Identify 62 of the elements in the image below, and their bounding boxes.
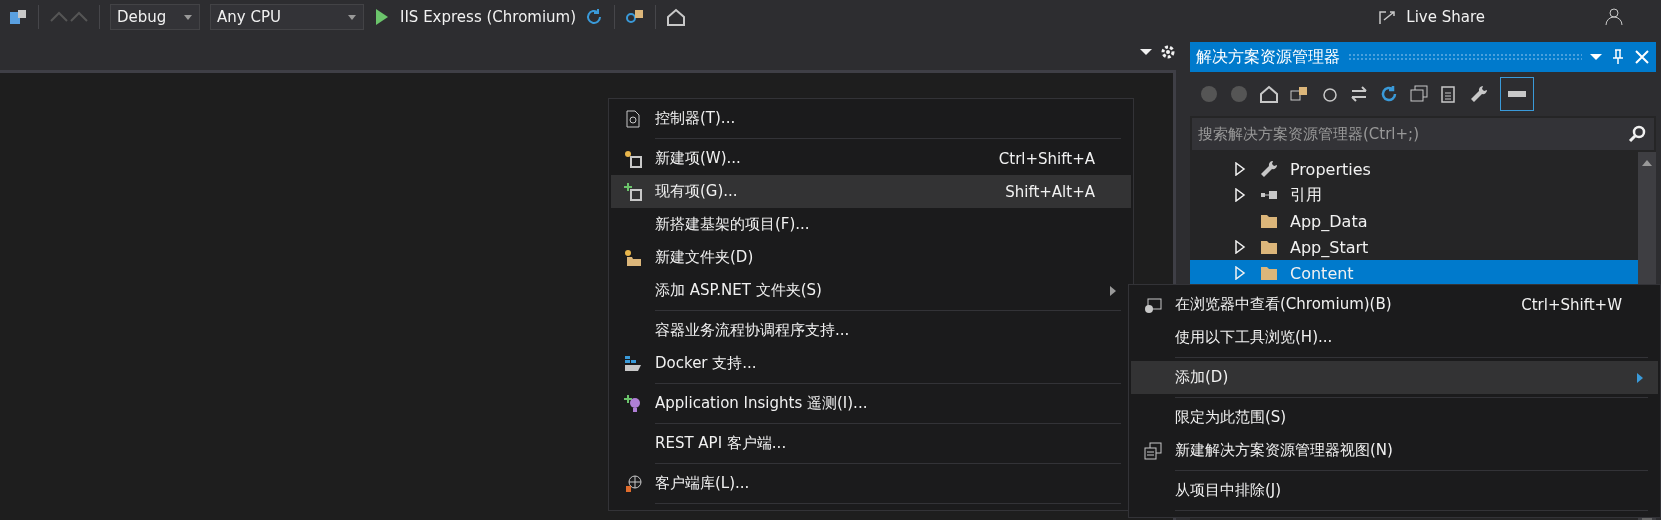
caret-icon <box>183 13 193 21</box>
menu-item[interactable]: Docker 支持... <box>611 347 1131 380</box>
menu-item[interactable]: 从项目中排除(J) <box>1131 474 1658 507</box>
pin-icon <box>1610 49 1626 65</box>
document-icon <box>624 109 642 128</box>
browser-icon <box>1144 295 1162 314</box>
live-share-button[interactable]: Live Share <box>1406 8 1485 26</box>
settings-icon <box>1160 44 1176 60</box>
refresh-icon <box>1380 85 1398 103</box>
configuration-dropdown[interactable]: Debug <box>110 4 200 30</box>
tree-item[interactable]: Properties <box>1190 156 1638 182</box>
switch-views-icon <box>1290 85 1308 103</box>
docker-icon <box>624 354 642 373</box>
tree-item[interactable]: 引用 <box>1190 182 1638 208</box>
home-icon <box>666 8 687 26</box>
copy-icon <box>1440 85 1458 103</box>
menu-item[interactable]: 在浏览器中查看(Chromium)(B) Ctrl+Shift+W <box>1131 288 1658 321</box>
scroll-up-icon <box>1641 158 1653 167</box>
menu-item[interactable]: 现有项(G)... Shift+Alt+A <box>611 175 1131 208</box>
globe-icon <box>624 474 642 493</box>
share-icon <box>1378 8 1397 26</box>
menu-item[interactable]: 限定为此范围(S) <box>1131 401 1658 434</box>
run-target-button[interactable]: IIS Express (Chromium) <box>400 8 577 26</box>
search-field[interactable]: 搜索解决方案资源管理器(Ctrl+;) <box>1192 118 1654 150</box>
menu-item[interactable]: 添加(D) <box>1131 361 1658 394</box>
tree-item[interactable]: App_Start <box>1190 234 1638 260</box>
person-icon <box>1605 8 1623 26</box>
menu-item[interactable]: 客户端库(L)... <box>611 467 1131 500</box>
wrench-icon <box>1470 85 1488 103</box>
platform-dropdown[interactable]: Any CPU <box>210 4 364 30</box>
caret-icon <box>347 13 357 21</box>
menu-item[interactable]: 新建解决方案资源管理器视图(N) <box>1131 434 1658 467</box>
folder-icon <box>1260 264 1278 282</box>
new-folder-icon <box>624 248 642 267</box>
add-item-icon <box>624 182 642 201</box>
sync-icon <box>1350 85 1368 103</box>
preview-toggle-icon <box>1500 77 1534 111</box>
new-item-icon <box>624 149 642 168</box>
wrench-icon <box>1260 160 1278 178</box>
home-icon <box>1260 85 1278 103</box>
menu-item[interactable]: Application Insights 遥测(I)... <box>611 387 1131 420</box>
dropdown-icon <box>1590 53 1602 61</box>
menu-item[interactable]: 新搭建基架的项目(F)... <box>611 208 1131 241</box>
lightbulb-icon <box>624 394 642 413</box>
search-icon <box>1628 125 1646 143</box>
collapse-icon <box>1410 85 1428 103</box>
close-icon <box>1634 49 1650 65</box>
folder-icon <box>1260 212 1278 230</box>
menu-item[interactable]: 控制器(T)... <box>611 102 1131 135</box>
menu-item[interactable]: 新建项(W)... Ctrl+Shift+A <box>611 142 1131 175</box>
menu-item[interactable]: 使用以下工具浏览(H)... <box>1131 321 1658 354</box>
menu-item[interactable]: REST API 客户端... <box>611 427 1131 460</box>
folder-icon <box>1260 238 1278 256</box>
dropdown-icon <box>1140 48 1152 56</box>
menu-item[interactable]: 新建文件夹(D) <box>611 241 1131 274</box>
menu-item[interactable]: 添加 ASP.NET 文件夹(S) <box>611 274 1131 307</box>
tree-item[interactable]: App_Data <box>1190 208 1638 234</box>
windows-icon <box>1144 441 1162 460</box>
panel-title: 解决方案资源管理器 <box>1196 46 1340 68</box>
play-icon <box>374 8 390 26</box>
menu-item[interactable]: 容器业务流程协调程序支持... <box>611 314 1131 347</box>
tree-item[interactable]: Content <box>1190 260 1638 286</box>
